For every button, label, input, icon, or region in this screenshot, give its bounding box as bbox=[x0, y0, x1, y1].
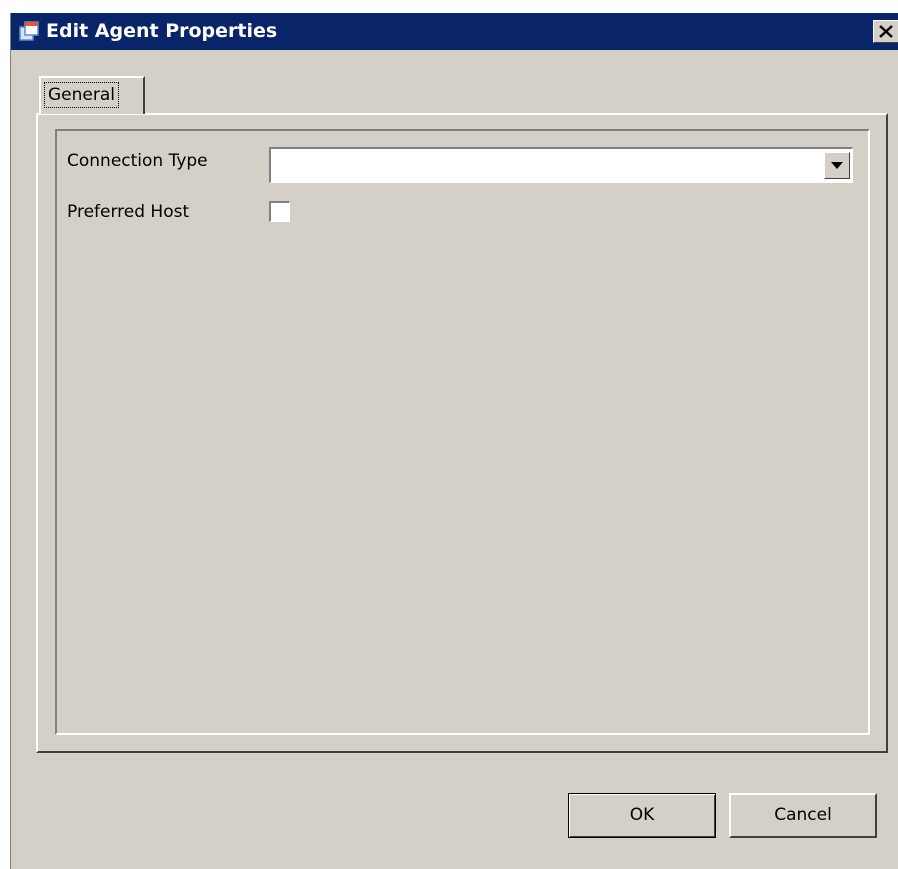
tab-general[interactable]: General bbox=[39, 76, 145, 114]
cancel-button[interactable]: Cancel bbox=[729, 793, 877, 838]
dialog-title: Edit Agent Properties bbox=[46, 20, 278, 42]
connection-type-label: Connection Type bbox=[67, 151, 208, 171]
chevron-down-icon bbox=[831, 162, 843, 169]
close-icon bbox=[879, 25, 893, 38]
app-window-icon bbox=[19, 21, 40, 42]
connection-type-select[interactable] bbox=[269, 147, 853, 183]
tab-panel-general: Connection Type Preferred Host bbox=[36, 113, 888, 753]
close-button[interactable] bbox=[873, 20, 898, 43]
title-bar[interactable]: Edit Agent Properties bbox=[11, 13, 898, 50]
preferred-host-label: Preferred Host bbox=[67, 202, 190, 222]
connection-type-dropdown-button[interactable] bbox=[824, 152, 850, 179]
tab-general-label: General bbox=[44, 82, 119, 108]
preferred-host-checkbox[interactable] bbox=[269, 201, 290, 222]
properties-panel: Connection Type Preferred Host bbox=[55, 129, 870, 735]
dialog-window: Edit Agent Properties General Connection… bbox=[10, 13, 898, 869]
ok-button[interactable]: OK bbox=[568, 793, 716, 838]
